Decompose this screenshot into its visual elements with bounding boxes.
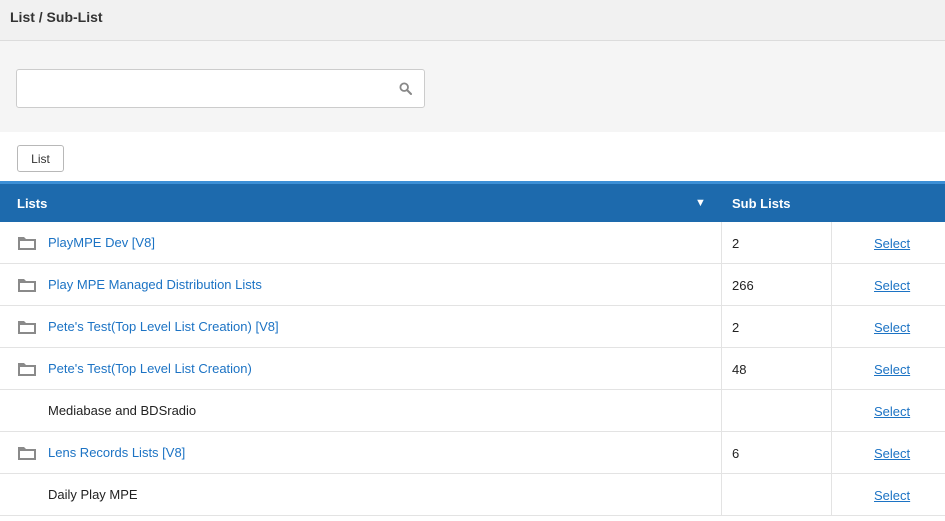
table-row: Pete's Test(Top Level List Creation) [V8…: [0, 306, 945, 348]
sub-list-count: 48: [732, 362, 747, 377]
sub-list-count: 2: [732, 236, 740, 251]
search-icon[interactable]: [399, 82, 412, 95]
table-row: Daily Play MPE Select: [0, 474, 945, 516]
select-link[interactable]: Select: [874, 320, 910, 335]
list-button[interactable]: List: [17, 145, 64, 172]
folder-icon: [18, 447, 36, 460]
table-header: Lists ▼ Sub Lists: [0, 181, 945, 222]
table-row: Lens Records Lists [V8] 6 Select: [0, 432, 945, 474]
select-link[interactable]: Select: [874, 236, 910, 251]
select-link[interactable]: Select: [874, 488, 910, 503]
select-link[interactable]: Select: [874, 404, 910, 419]
table-row: Pete's Test(Top Level List Creation) 48 …: [0, 348, 945, 390]
table-body: PlayMPE Dev [V8] 2 Select Play MPE Manag…: [0, 222, 945, 516]
select-link[interactable]: Select: [874, 446, 910, 461]
folder-icon: [18, 363, 36, 376]
sub-list-count: 2: [732, 320, 740, 335]
list-name[interactable]: Play MPE Managed Distribution Lists: [48, 277, 262, 292]
sub-list-count: 266: [732, 278, 754, 293]
list-name[interactable]: PlayMPE Dev [V8]: [48, 235, 155, 250]
table-row: Mediabase and BDSradio Select: [0, 390, 945, 432]
search-panel: [0, 41, 945, 132]
list-name[interactable]: Pete's Test(Top Level List Creation) [V8…: [48, 319, 279, 334]
sub-list-count: 6: [732, 446, 740, 461]
select-link[interactable]: Select: [874, 278, 910, 293]
folder-icon: [18, 321, 36, 334]
list-name[interactable]: Pete's Test(Top Level List Creation): [48, 361, 252, 376]
table-row: Play MPE Managed Distribution Lists 266 …: [0, 264, 945, 306]
folder-icon: [18, 237, 36, 250]
lists-table: Lists ▼ Sub Lists PlayMPE Dev [V8] 2 Sel…: [0, 181, 945, 516]
column-header-lists[interactable]: Lists: [17, 196, 47, 211]
sort-down-icon[interactable]: ▼: [695, 197, 706, 209]
search-input[interactable]: [25, 76, 389, 103]
list-name[interactable]: Lens Records Lists [V8]: [48, 445, 185, 460]
column-header-sub-lists[interactable]: Sub Lists: [732, 196, 791, 211]
page-title: List / Sub-List: [10, 9, 103, 25]
top-bar: List / Sub-List: [0, 0, 945, 41]
table-row: PlayMPE Dev [V8] 2 Select: [0, 222, 945, 264]
select-link[interactable]: Select: [874, 362, 910, 377]
list-name: Mediabase and BDSradio: [48, 403, 197, 418]
list-name: Daily Play MPE: [48, 487, 138, 502]
search-box[interactable]: [16, 69, 425, 108]
folder-icon: [18, 279, 36, 292]
